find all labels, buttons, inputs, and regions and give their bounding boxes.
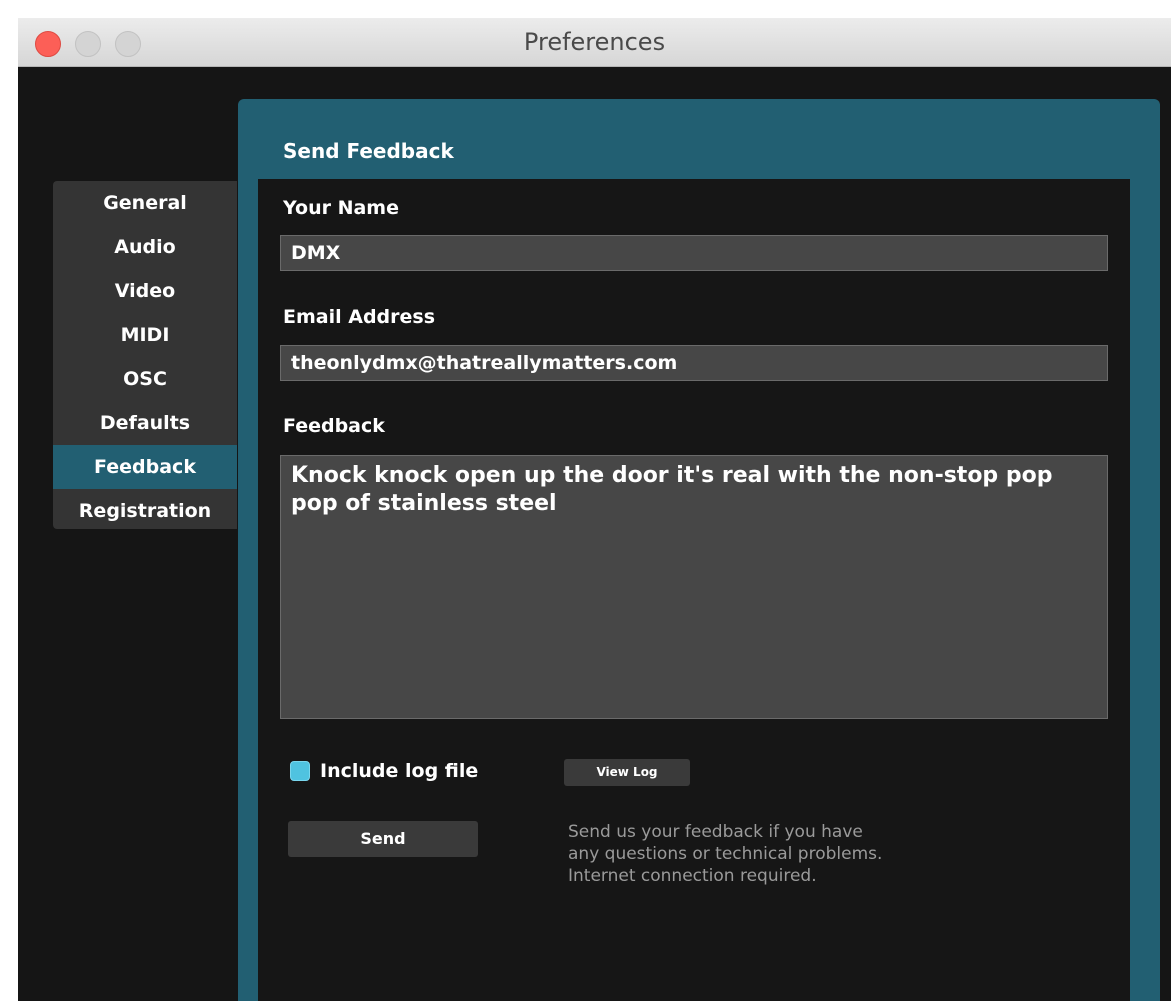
help-text: Send us your feedback if you have any qu… (568, 822, 883, 886)
email-label: Email Address (283, 306, 436, 328)
title-bar: Preferences (18, 18, 1171, 67)
include-log-label: Include log file (320, 760, 479, 782)
sidebar-item-registration[interactable]: Registration (53, 489, 237, 533)
email-field[interactable] (280, 345, 1108, 381)
view-log-button[interactable]: View Log (564, 759, 690, 786)
feedback-textarea[interactable]: Knock knock open up the door it's real w… (280, 455, 1108, 719)
preferences-window: Preferences General Audio Video MIDI OSC… (18, 18, 1171, 1001)
sidebar-item-audio[interactable]: Audio (53, 225, 237, 269)
sidebar-item-defaults[interactable]: Defaults (53, 401, 237, 445)
sidebar-item-feedback[interactable]: Feedback (53, 445, 237, 489)
window-title: Preferences (523, 28, 666, 56)
name-label: Your Name (283, 197, 399, 219)
sidebar-item-general[interactable]: General (53, 181, 237, 225)
sidebar-item-osc[interactable]: OSC (53, 357, 237, 401)
send-button[interactable]: Send (288, 821, 478, 857)
feedback-label: Feedback (283, 415, 385, 437)
sidebar-item-video[interactable]: Video (53, 269, 237, 313)
feedback-panel: Send Feedback Your Name Email Address Fe… (238, 99, 1160, 1001)
name-field[interactable] (280, 235, 1108, 271)
include-log-checkbox[interactable] (290, 761, 310, 781)
panel-title: Send Feedback (283, 139, 454, 163)
feedback-form: Your Name Email Address Feedback Knock k… (258, 179, 1130, 1001)
preferences-sidebar: General Audio Video MIDI OSC Defaults Fe… (53, 181, 237, 529)
sidebar-item-midi[interactable]: MIDI (53, 313, 237, 357)
include-log-row[interactable]: Include log file (290, 759, 478, 783)
